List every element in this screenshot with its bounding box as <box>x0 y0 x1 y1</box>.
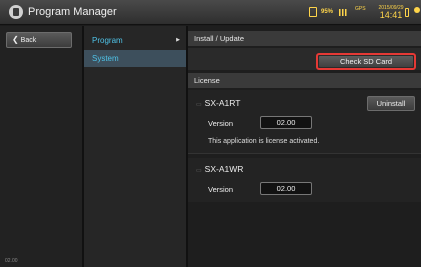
left-panel: ❮ Back 02.00 <box>0 26 82 267</box>
license-item: ▭ SX-A1WR Version 02.00 <box>188 158 421 202</box>
check-sd-card-label: Check SD Card <box>319 56 413 67</box>
back-button[interactable]: ❮ Back <box>6 32 72 48</box>
gps-indicator: GPS <box>355 6 366 12</box>
license-item: ▭ SX-A1RT Uninstall Version 02.00 This ap… <box>188 90 421 154</box>
license-header: License <box>188 73 421 88</box>
version-value: 02.00 <box>260 182 312 195</box>
app-icon <box>9 5 23 19</box>
program-name: ▭ SX-A1RT <box>196 98 241 108</box>
install-update-header: Install / Update <box>188 31 421 46</box>
version-label: Version <box>208 119 234 128</box>
lock-icon: ▭ <box>196 168 202 174</box>
main-panel: Install / Update Check SD Card License ▭… <box>188 26 421 267</box>
battery-percent: 95% <box>321 9 334 15</box>
antenna-icon <box>414 7 420 13</box>
chevron-left-icon: ❮ <box>12 35 19 44</box>
chevron-right-icon: ▶ <box>176 37 180 43</box>
footer-version: 02.00 <box>5 258 18 264</box>
sd-card-icon <box>309 7 317 17</box>
program-name: ▭ SX-A1WR <box>196 164 244 174</box>
title-bar: Program Manager 95% GPS 2015/09/29 14:41 <box>0 0 421 25</box>
back-button-label: Back <box>20 37 37 44</box>
battery-icon <box>405 8 409 17</box>
uninstall-button[interactable]: Uninstall <box>367 96 415 111</box>
time-display: 14:41 <box>379 10 403 20</box>
version-value: 02.00 <box>260 116 312 129</box>
nav-item-label: Program <box>92 36 123 45</box>
window-title: Program Manager <box>28 6 117 18</box>
nav-item-system[interactable]: System <box>84 50 186 67</box>
version-label: Version <box>208 185 234 194</box>
nav-panel: Program ▶ System <box>84 26 186 267</box>
check-sd-card-button[interactable]: Check SD Card <box>316 53 416 70</box>
signal-icon <box>339 9 347 16</box>
license-status-text: This application is license activated. <box>208 138 320 145</box>
lock-icon: ▭ <box>196 102 202 108</box>
nav-item-label: System <box>92 54 119 63</box>
nav-item-program[interactable]: Program ▶ <box>84 32 186 49</box>
